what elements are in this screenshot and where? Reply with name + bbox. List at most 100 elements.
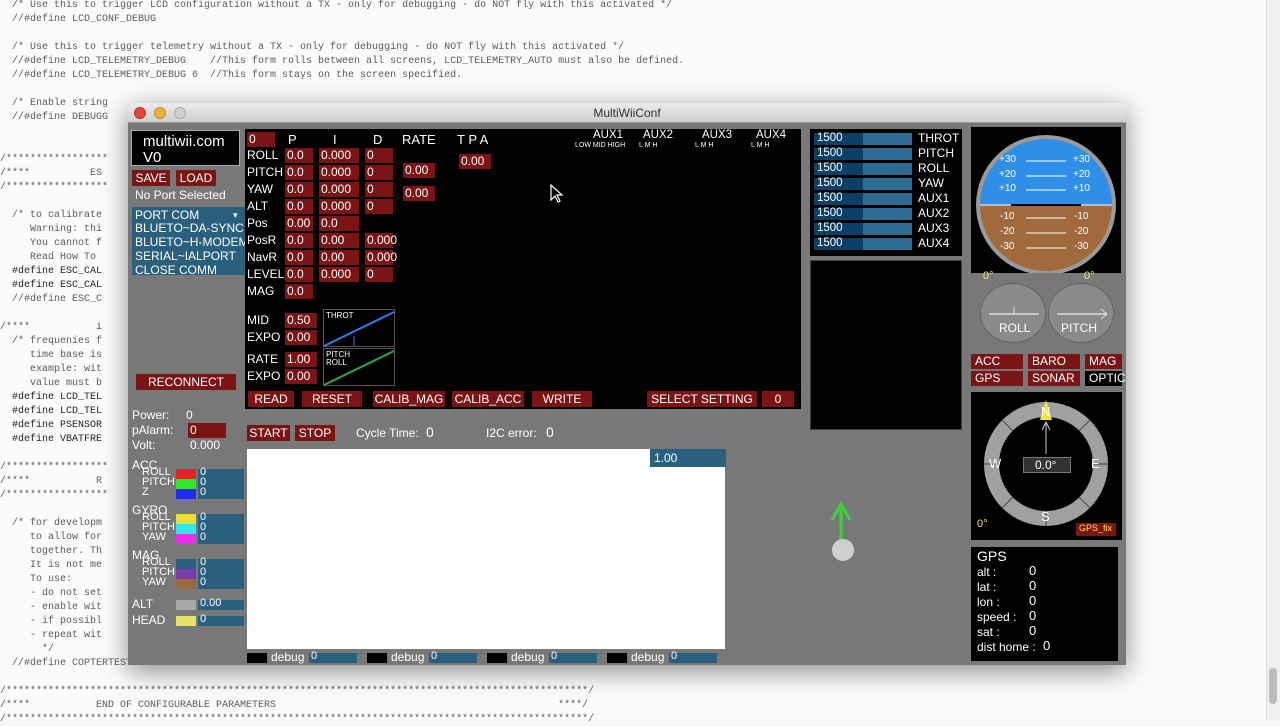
pid-p-value[interactable]: 0.0	[285, 233, 313, 248]
pid-setting-value[interactable]: 0	[247, 132, 275, 147]
reconnect-button[interactable]: RECONNECT	[136, 374, 236, 390]
rc-rate-value[interactable]: 1.00	[285, 352, 317, 367]
calib-acc-button[interactable]: CALIB_ACC	[452, 391, 524, 407]
horizon-tick-up-10-right: +10	[1073, 183, 1090, 194]
pid-p-value[interactable]: 0.0	[285, 182, 313, 197]
horizon-tick-up-30: +30	[999, 154, 1016, 165]
aux3-header: AUX3	[702, 129, 733, 141]
mid-value[interactable]: 0.50	[285, 313, 317, 328]
pid-p-value[interactable]: 0.0	[285, 148, 313, 163]
rc-channel-bar: 1500	[814, 132, 912, 145]
pid-p-value[interactable]: 0.0	[285, 165, 313, 180]
save-button[interactable]: SAVE	[132, 170, 170, 186]
horizon-tick-up-20: +20	[999, 169, 1016, 180]
rc-channel-label: PITCH	[918, 146, 954, 160]
port-item[interactable]: CLOSE COMM	[135, 263, 217, 277]
rate-roll-pitch-value[interactable]: 0.00	[403, 163, 435, 178]
select-setting-value[interactable]: 0	[762, 391, 794, 407]
code-line: */	[0, 644, 55, 655]
debug-1-label: debug	[271, 650, 305, 664]
write-button[interactable]: WRITE	[532, 391, 592, 407]
rc-channel-bar: 1500	[814, 207, 912, 220]
reset-button[interactable]: RESET	[302, 391, 362, 407]
minimize-window-button[interactable]	[154, 107, 166, 119]
gyro-yaw-swatch	[176, 534, 196, 544]
pid-i-value[interactable]: 0.000	[319, 267, 359, 282]
read-button[interactable]: READ	[248, 391, 294, 407]
port-dropdown-label[interactable]: PORT COM	[135, 208, 199, 222]
mag-yaw-label: YAW	[142, 576, 166, 588]
sensor-graph[interactable]	[247, 449, 725, 649]
pid-d-value[interactable]: 0	[365, 267, 393, 282]
sensor-mag: MAG	[1085, 354, 1122, 369]
heading-value: 0.0°	[1035, 458, 1057, 472]
port-item[interactable]: BLUETO~H-MODEM	[135, 235, 248, 249]
sensor-acc: ACC	[971, 354, 1023, 369]
pid-d-value[interactable]: 0	[365, 182, 393, 197]
motor-panel	[810, 260, 962, 430]
zoom-window-button[interactable]	[174, 107, 186, 119]
window-title: MultiWiiConf	[593, 106, 661, 120]
pid-i-value[interactable]: 0.00	[319, 233, 359, 248]
sensor-gps: GPS	[971, 371, 1023, 386]
gps-field-label: lon :	[977, 595, 1000, 609]
pid-d-value[interactable]: 0	[365, 165, 393, 180]
port-item[interactable]: BLUETO~DA-SYNC	[135, 221, 244, 235]
titlebar: MultiWiiConf	[128, 103, 1126, 123]
start-button[interactable]: START	[247, 425, 290, 441]
graph-scale-box[interactable]: 1.00	[650, 449, 726, 467]
pid-p-value[interactable]: 0.0	[285, 284, 313, 299]
rc-channel-bar: 1500	[814, 147, 912, 160]
debug-1: debug 0	[247, 650, 357, 664]
throttle-graph-label: THROT	[326, 311, 354, 320]
acc-roll-swatch	[176, 469, 196, 479]
select-setting-button[interactable]: SELECT SETTING	[647, 391, 757, 407]
tpa-value[interactable]: 0.00	[459, 154, 491, 169]
pid-i-value[interactable]: 0.000	[319, 182, 359, 197]
pid-d-value[interactable]: 0	[365, 148, 393, 163]
calib-mag-button[interactable]: CALIB_MAG	[373, 391, 445, 407]
multiwiiconf-window: MultiWiiConf multiwii.com V0 SAVE LOAD N…	[128, 103, 1126, 665]
rate-yaw-value[interactable]: 0.00	[403, 186, 435, 201]
gps-field-label: sat :	[977, 625, 1000, 639]
palarm-value[interactable]: 0	[188, 423, 226, 438]
acc-z-value: 0	[200, 486, 207, 498]
rc-channel-label: AUX2	[918, 206, 950, 220]
pid-p-value[interactable]: 0.00	[285, 216, 313, 231]
port-item[interactable]: SERIAL~IALPORT	[135, 249, 236, 263]
pid-i-value[interactable]: 0.00	[319, 250, 359, 265]
code-line: #define VBATFRE	[0, 434, 103, 445]
scroll-thumb[interactable]	[1269, 668, 1277, 704]
mag-pitch-swatch	[176, 569, 196, 579]
rc-expo-value[interactable]: 0.00	[285, 369, 317, 384]
port-list[interactable]: PORT COM ▾ BLUETO~DA-SYNC BLUETO~H-MODEM…	[132, 207, 248, 277]
throttle-expo-value[interactable]: 0.00	[285, 330, 317, 345]
pid-p-value[interactable]: 0.0	[285, 267, 313, 282]
pid-row-label: PosR	[247, 233, 277, 247]
gps-title: GPS	[977, 548, 1007, 564]
cycle-time-label: Cycle Time:	[356, 426, 419, 440]
pid-i-value[interactable]: 0.0	[319, 216, 359, 231]
stop-button[interactable]: STOP	[295, 425, 335, 441]
code-line: To use:	[0, 574, 73, 585]
close-window-button[interactable]	[134, 107, 146, 119]
pid-p-value[interactable]: 0.0	[285, 250, 313, 265]
gps-field-value: 0	[1029, 578, 1037, 593]
editor-scrollbar[interactable]	[1266, 0, 1280, 720]
pid-d-value[interactable]: 0.000	[365, 250, 397, 265]
pid-d-value[interactable]: 0.000	[365, 233, 397, 248]
pid-p-value[interactable]: 0.0	[285, 199, 313, 214]
rc-channels-panel: 1500 THROT 1500 PITCH 1500 ROLL 1500 YAW 1500 AUX…	[810, 129, 962, 256]
code-line: /* to calibrate	[0, 210, 103, 221]
rc-channel-label: AUX3	[918, 221, 950, 235]
rc-channel-value: 1500	[817, 177, 843, 189]
code-line: /**** i	[0, 322, 103, 333]
chevron-down-icon[interactable]: ▾	[233, 210, 238, 221]
pid-i-value[interactable]: 0.000	[319, 199, 359, 214]
pid-i-value[interactable]: 0.000	[319, 148, 359, 163]
pid-i-value[interactable]: 0.000	[319, 165, 359, 180]
load-button[interactable]: LOAD	[176, 170, 216, 186]
gps-field-value: 0	[1043, 638, 1051, 653]
pid-row-label: ROLL	[247, 148, 279, 162]
pid-d-value[interactable]: 0	[365, 199, 393, 214]
